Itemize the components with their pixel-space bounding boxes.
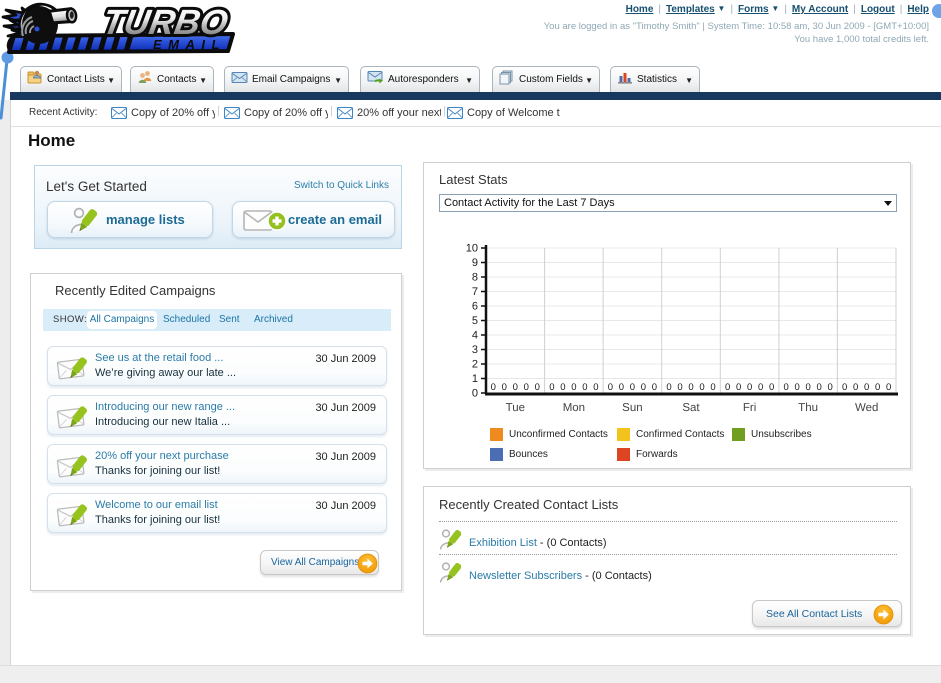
svg-text:0: 0 [794,382,799,393]
svg-text:0: 0 [816,382,821,393]
svg-text:0: 0 [758,382,763,393]
svg-text:0: 0 [502,382,507,393]
svg-text:0: 0 [560,382,565,393]
svg-text:0: 0 [864,382,869,393]
svg-text:3: 3 [472,344,478,356]
svg-text:0: 0 [513,382,518,393]
svg-text:TURBO: TURBO [100,3,231,42]
svg-text:Tue: Tue [506,402,525,414]
svg-text:Thu: Thu [798,402,818,414]
svg-text:6: 6 [472,301,478,313]
svg-text:0: 0 [886,382,891,393]
svg-text:0: 0 [875,382,880,393]
svg-text:Sat: Sat [682,402,700,414]
svg-text:0: 0 [641,382,646,393]
svg-text:7: 7 [472,286,478,298]
svg-text:0: 0 [736,382,741,393]
svg-text:0: 0 [549,382,554,393]
svg-text:0: 0 [608,382,613,393]
svg-text:0: 0 [853,382,858,393]
svg-text:4: 4 [472,330,478,342]
svg-text:0: 0 [783,382,788,393]
svg-text:Wed: Wed [855,402,878,414]
svg-text:0: 0 [630,382,635,393]
svg-text:0: 0 [472,388,478,400]
svg-text:5: 5 [472,315,478,327]
svg-text:0: 0 [747,382,752,393]
svg-text:2: 2 [472,359,478,371]
svg-text:0: 0 [535,382,540,393]
svg-text:0: 0 [582,382,587,393]
svg-text:0: 0 [827,382,832,393]
svg-text:1: 1 [472,373,478,385]
svg-text:0: 0 [710,382,715,393]
svg-text:0: 0 [593,382,598,393]
svg-text:10: 10 [466,243,478,255]
svg-text:0: 0 [652,382,657,393]
svg-text:Mon: Mon [563,402,585,414]
svg-text:Fri: Fri [743,402,756,414]
svg-text:0: 0 [688,382,693,393]
svg-text:8: 8 [472,272,478,284]
svg-text:0: 0 [699,382,704,393]
svg-text:0: 0 [666,382,671,393]
svg-text:0: 0 [619,382,624,393]
svg-text:Sun: Sun [622,402,642,414]
svg-text:0: 0 [842,382,847,393]
svg-text:0: 0 [725,382,730,393]
svg-text:0: 0 [805,382,810,393]
svg-text:9: 9 [472,257,478,269]
svg-text:0: 0 [524,382,529,393]
svg-text:0: 0 [571,382,576,393]
svg-text:0: 0 [491,382,496,393]
svg-text:0: 0 [677,382,682,393]
svg-text:0: 0 [769,382,774,393]
